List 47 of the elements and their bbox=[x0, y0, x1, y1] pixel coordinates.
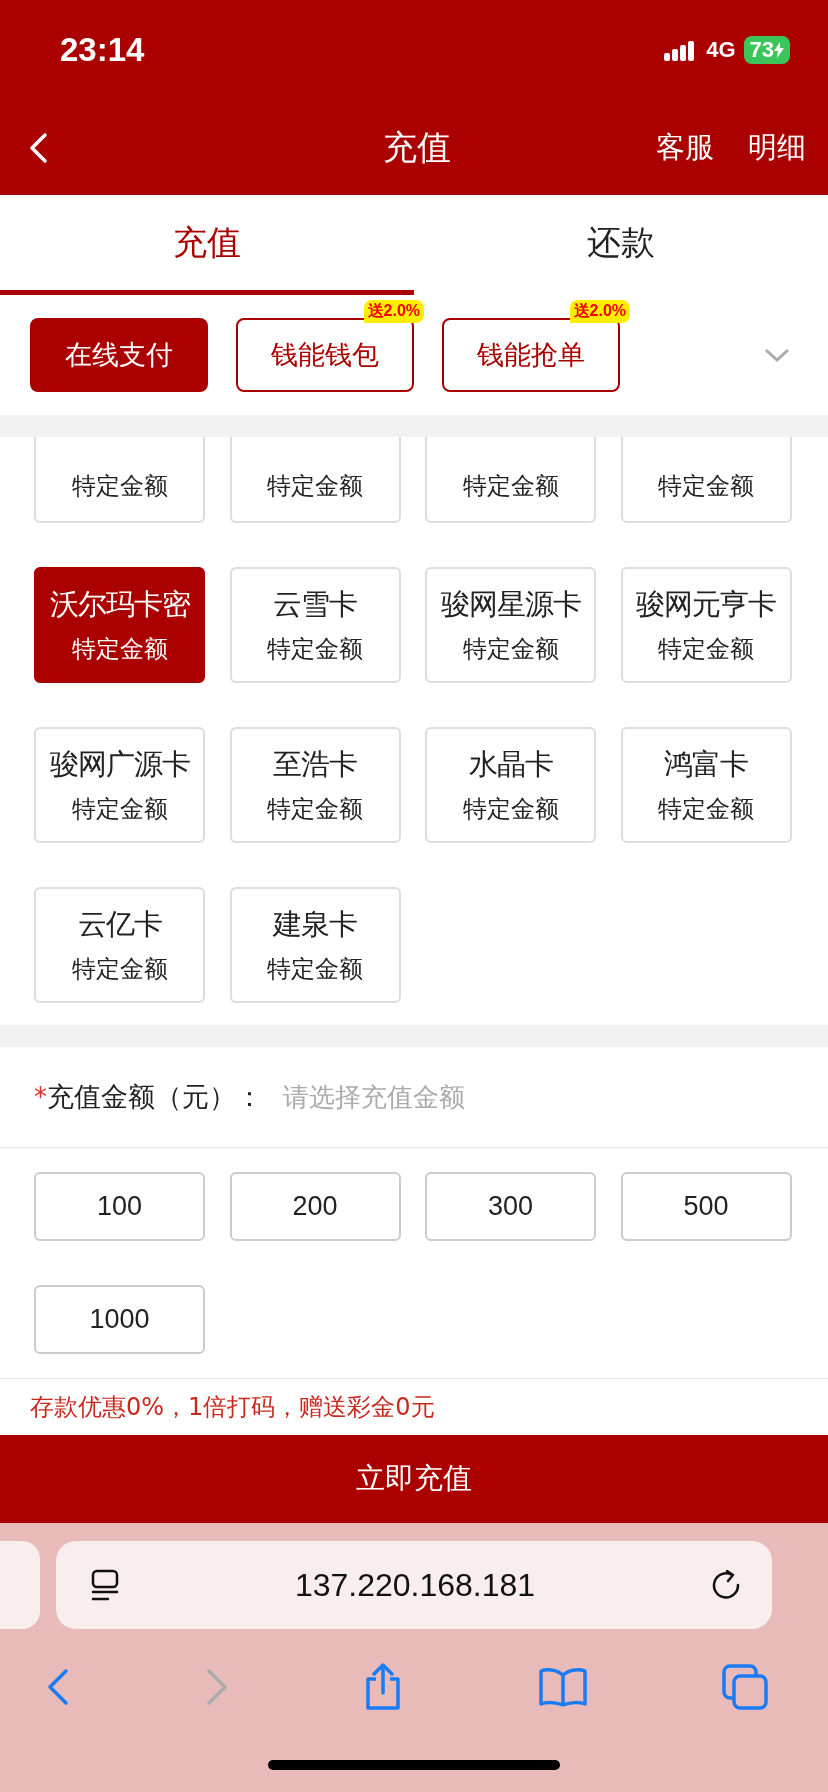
tab-preview[interactable] bbox=[0, 1541, 40, 1629]
amount-option[interactable]: 200 bbox=[229, 1172, 401, 1241]
card-option[interactable]: 特定金额 bbox=[229, 437, 401, 523]
card-option[interactable]: 至浩卡 特定金额 bbox=[229, 727, 401, 843]
reader-icon[interactable] bbox=[90, 1568, 120, 1602]
payment-method[interactable]: 在线支付 bbox=[30, 318, 208, 392]
required-mark: * bbox=[34, 1082, 47, 1112]
card-option[interactable]: 云亿卡 特定金额 bbox=[34, 887, 205, 1003]
tab[interactable]: 还款 bbox=[414, 195, 828, 295]
status-time: 23:14 bbox=[60, 31, 145, 69]
forward-icon[interactable] bbox=[204, 1668, 229, 1706]
reload-icon[interactable] bbox=[710, 1569, 742, 1601]
payment-method[interactable]: 钱能钱包 bbox=[236, 318, 414, 392]
address-bar[interactable]: 137.220.168.181 bbox=[56, 1541, 772, 1629]
nav-link[interactable]: 明细 bbox=[748, 127, 806, 168]
back-icon[interactable] bbox=[28, 131, 48, 164]
card-option[interactable]: 骏网广源卡 特定金额 bbox=[34, 727, 205, 843]
network-label: 4G bbox=[706, 37, 736, 63]
card-option[interactable]: 鸿富卡 特定金额 bbox=[620, 727, 792, 843]
amount-option[interactable]: 300 bbox=[425, 1172, 596, 1241]
card-option[interactable]: 特定金额 bbox=[425, 437, 596, 523]
amount-option[interactable]: 500 bbox=[620, 1172, 792, 1241]
amount-label: 充值金额（元）： bbox=[47, 1080, 263, 1114]
card-option[interactable]: 水晶卡 特定金额 bbox=[425, 727, 596, 843]
card-option[interactable]: 云雪卡 特定金额 bbox=[229, 567, 401, 683]
bonus-badge: 送2.0% bbox=[363, 300, 424, 323]
amount-option[interactable]: 100 bbox=[34, 1172, 205, 1241]
tabs-icon[interactable] bbox=[722, 1664, 768, 1710]
share-icon[interactable] bbox=[363, 1663, 403, 1711]
chevron-down-icon[interactable] bbox=[764, 347, 790, 363]
card-option[interactable]: 特定金额 bbox=[620, 437, 792, 523]
nav-link[interactable]: 客服 bbox=[656, 127, 714, 168]
card-option[interactable]: 建泉卡 特定金额 bbox=[229, 887, 401, 1003]
amount-field[interactable]: 请选择充值金额 bbox=[281, 1081, 794, 1113]
card-option[interactable]: 沃尔玛卡密 特定金额 bbox=[34, 567, 205, 683]
submit-button[interactable]: 立即充值 bbox=[0, 1435, 828, 1523]
card-option[interactable]: 骏网星源卡 特定金额 bbox=[425, 567, 596, 683]
book-icon[interactable] bbox=[537, 1667, 588, 1707]
tab[interactable]: 充值 bbox=[0, 195, 414, 295]
bonus-note: 存款优惠0%，1倍打码，赠送彩金0元 bbox=[29, 1392, 436, 1423]
amount-option[interactable]: 1000 bbox=[34, 1285, 205, 1354]
bonus-badge: 送2.0% bbox=[569, 300, 630, 323]
card-option[interactable]: 骏网元亨卡 特定金额 bbox=[620, 567, 792, 683]
payment-method[interactable]: 钱能抢单 bbox=[442, 318, 620, 392]
battery-indicator: 73 bbox=[743, 36, 790, 64]
card-option[interactable]: 特定金额 bbox=[34, 437, 205, 523]
page-title: 充值 bbox=[383, 125, 451, 169]
